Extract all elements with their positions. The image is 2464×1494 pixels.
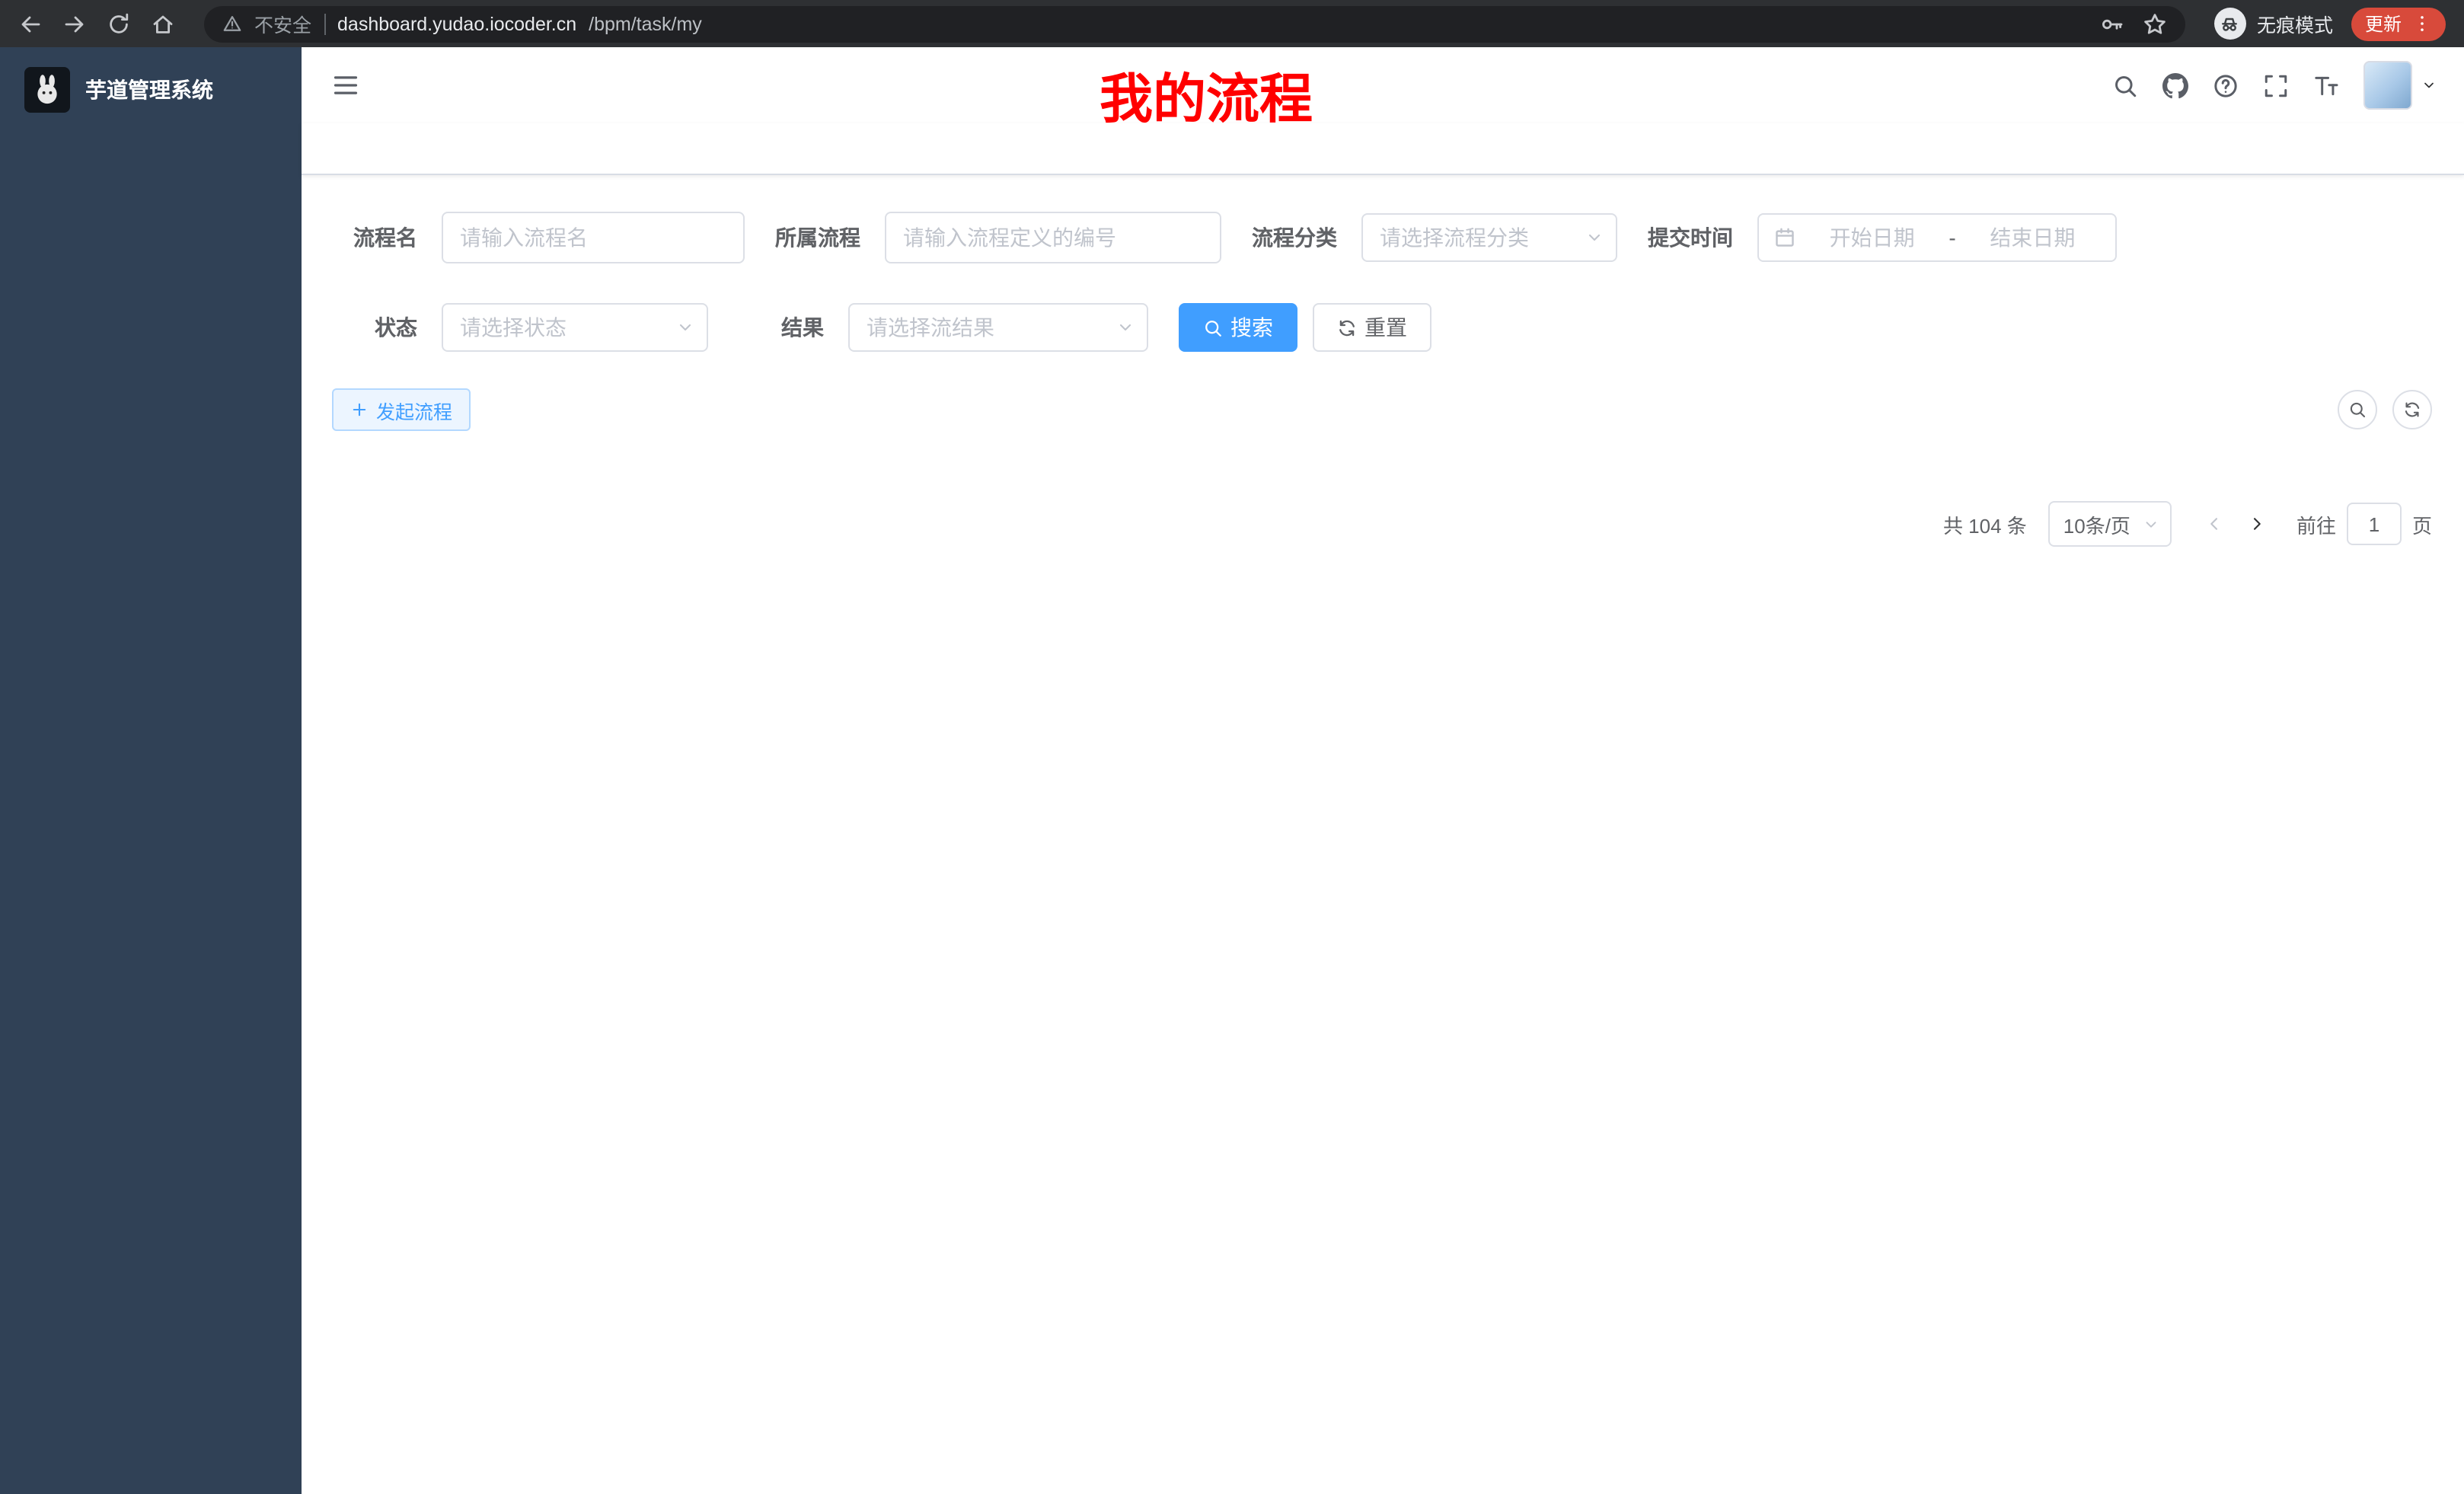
address-bar[interactable]: 不安全 dashboard.yudao.iocoder.cn/bpm/task/…: [204, 5, 2185, 42]
refresh-icon: [2403, 401, 2421, 419]
result-label: 结果: [739, 312, 824, 343]
search-icon: [1203, 318, 1223, 337]
status-placeholder: 请选择状态: [460, 312, 567, 343]
red-annotation-title: 我的流程: [1100, 56, 1313, 134]
process-name-input[interactable]: [442, 212, 745, 263]
url-path: /bpm/task/my: [589, 13, 702, 34]
plus-icon: [350, 401, 369, 419]
sidebar-toggle-icon[interactable]: [332, 72, 359, 99]
app-window: 不安全 dashboard.yudao.iocoder.cn/bpm/task/…: [0, 0, 2464, 1494]
status-label: 状态: [332, 312, 417, 343]
goto-suffix-label: 页: [2412, 509, 2432, 538]
create-process-button[interactable]: 发起流程: [332, 388, 471, 431]
browser-reload-icon[interactable]: [107, 11, 131, 36]
browser-back-icon[interactable]: [18, 11, 43, 36]
search-button-label: 搜索: [1230, 312, 1273, 343]
avatar[interactable]: [2363, 61, 2412, 110]
submit-time-label: 提交时间: [1648, 222, 1733, 253]
submit-time-range-picker[interactable]: 开始日期 - 结束日期: [1757, 213, 2117, 262]
result-select[interactable]: 请选择流结果: [848, 303, 1148, 352]
filter-row-1: 流程名 所属流程 流程分类 请选择流程分类 提交时间 开始日期 - 结束日期: [332, 212, 2432, 263]
reset-button-label: 重置: [1364, 312, 1407, 343]
passwords-key-icon[interactable]: [2100, 11, 2124, 36]
refresh-table-button[interactable]: [2392, 390, 2432, 429]
browser-right-controls: 无痕模式 更新: [2214, 7, 2446, 40]
chevron-down-icon: [2421, 78, 2437, 93]
toolbar-right-icons: [2338, 390, 2432, 429]
app-logo-row[interactable]: 芋道管理系统: [0, 47, 302, 132]
start-date-placeholder: 开始日期: [1805, 222, 1939, 253]
browser-forward-icon[interactable]: [62, 11, 87, 36]
total-count: 共 104 条: [1943, 509, 2027, 538]
process-name-label: 流程名: [332, 222, 417, 253]
navbar: [302, 47, 2464, 123]
help-icon[interactable]: [2213, 72, 2239, 98]
incognito-label: 无痕模式: [2257, 9, 2333, 38]
chevron-left-icon: [2205, 515, 2223, 533]
next-page-button[interactable]: [2236, 503, 2278, 545]
toggle-search-button[interactable]: [2338, 390, 2377, 429]
search-button[interactable]: 搜索: [1179, 303, 1297, 352]
chevron-down-icon: [676, 318, 694, 337]
result-placeholder: 请选择流结果: [867, 312, 994, 343]
chevron-right-icon: [2248, 515, 2266, 533]
browser-home-icon[interactable]: [151, 11, 175, 36]
update-label: 更新: [2365, 11, 2402, 37]
filter-row-2: 状态 请选择状态 结果 请选择流结果 搜索: [332, 303, 2432, 352]
refresh-icon: [1337, 318, 1357, 337]
prev-page-button[interactable]: [2193, 503, 2236, 545]
chevron-down-icon: [2143, 516, 2159, 532]
navbar-actions: [2112, 61, 2437, 110]
goto-page-input[interactable]: [2347, 503, 2402, 545]
security-label: 不安全: [254, 9, 311, 38]
font-size-icon[interactable]: [2313, 72, 2339, 98]
goto-prefix-label: 前往: [2296, 509, 2336, 538]
date-separator: -: [1949, 225, 1955, 250]
table-toolbar: 发起流程: [332, 388, 2432, 431]
app-logo: [24, 67, 70, 113]
parent-process-input[interactable]: [885, 212, 1221, 263]
category-select[interactable]: 请选择流程分类: [1361, 213, 1617, 262]
sidebar: 芋道管理系统: [0, 47, 302, 1494]
pagination: 共 104 条 10条/页 前往 页: [332, 501, 2432, 592]
not-secure-warning-icon: [222, 14, 242, 34]
incognito-icon: [2220, 13, 2241, 34]
reset-button[interactable]: 重置: [1313, 303, 1431, 352]
category-label: 流程分类: [1252, 222, 1337, 253]
omnibox-divider: [324, 13, 325, 34]
page-jumper: 前往 页: [2296, 503, 2432, 545]
search-icon[interactable]: [2112, 72, 2138, 98]
app-title: 芋道管理系统: [85, 75, 213, 105]
main-area: 我的流程: [302, 47, 2464, 1494]
user-menu[interactable]: [2363, 61, 2437, 110]
fullscreen-icon[interactable]: [2263, 72, 2289, 98]
page-size-label: 10条/页: [2063, 509, 2130, 538]
search-icon: [2348, 401, 2367, 419]
page-content: 流程名 所属流程 流程分类 请选择流程分类 提交时间 开始日期 - 结束日期: [302, 175, 2464, 592]
update-button[interactable]: 更新: [2351, 7, 2446, 40]
chevron-down-icon: [1585, 228, 1604, 247]
rabbit-logo-icon: [30, 73, 64, 107]
bookmark-star-icon[interactable]: [2143, 11, 2167, 36]
page-size-select[interactable]: 10条/页: [2048, 501, 2172, 547]
incognito-badge: [2214, 8, 2246, 40]
tags-view: [302, 123, 2464, 175]
status-select[interactable]: 请选择状态: [442, 303, 708, 352]
calendar-icon: [1774, 227, 1795, 248]
incognito-indicator: 无痕模式: [2214, 8, 2333, 40]
category-placeholder: 请选择流程分类: [1380, 222, 1529, 253]
chevron-down-icon: [1116, 318, 1135, 337]
create-process-label: 发起流程: [376, 395, 452, 424]
kebab-menu-icon[interactable]: [2412, 14, 2432, 34]
github-icon[interactable]: [2162, 72, 2188, 98]
end-date-placeholder: 结束日期: [1965, 222, 2100, 253]
browser-toolbar: 不安全 dashboard.yudao.iocoder.cn/bpm/task/…: [0, 0, 2464, 47]
url-host: dashboard.yudao.iocoder.cn: [337, 13, 576, 34]
parent-process-label: 所属流程: [775, 222, 860, 253]
